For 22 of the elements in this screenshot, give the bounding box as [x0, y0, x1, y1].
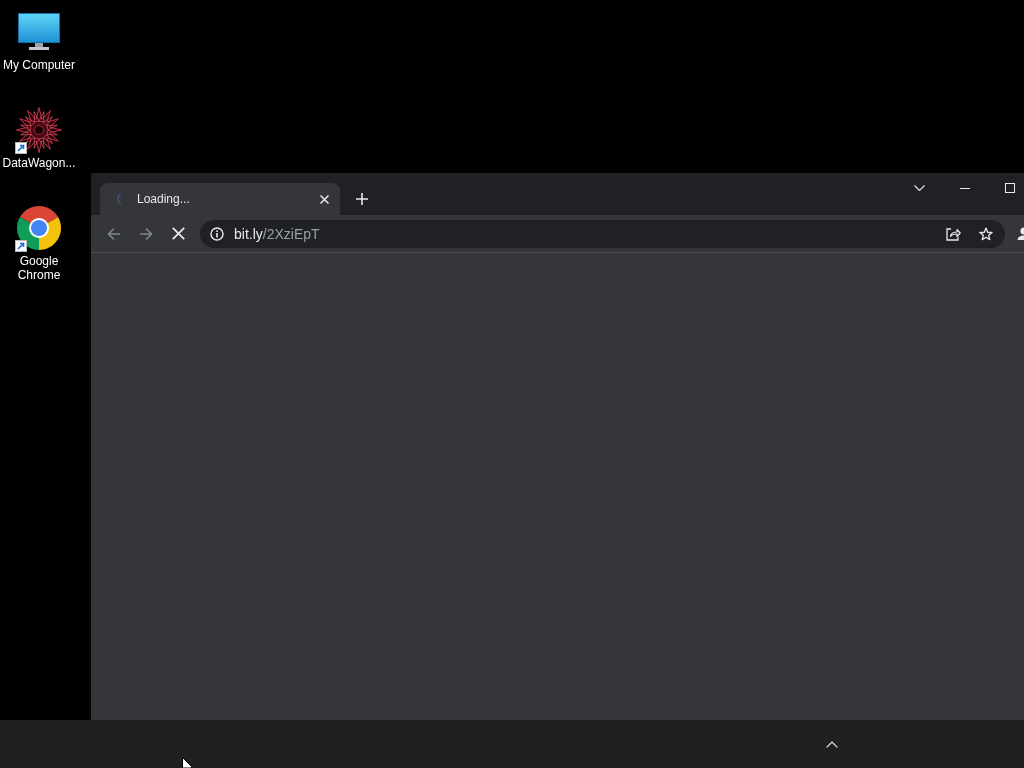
browser-tab[interactable]: Loading... [100, 183, 340, 215]
maximize-icon [1005, 183, 1015, 193]
close-icon [171, 227, 185, 240]
star-icon [979, 226, 993, 241]
minimize-icon [960, 187, 970, 189]
chevron-down-icon [913, 185, 925, 191]
left-arrow-icon [107, 226, 121, 241]
person-icon[interactable] [1016, 225, 1024, 242]
share-icon [945, 226, 961, 241]
monitor-icon[interactable] [18, 13, 60, 51]
right-arrow-icon [139, 226, 153, 241]
info-icon [210, 226, 224, 241]
desktop-icon-label: DataWagon... [2, 156, 76, 170]
mouse-pointer-icon [182, 757, 192, 768]
starburst-icon[interactable] [16, 107, 62, 153]
desktop-icon-label: My Computer [3, 58, 75, 72]
desktop-icon-label: Google Chrome [16, 254, 62, 282]
close-icon [319, 194, 329, 204]
chevron-up-icon [826, 740, 838, 748]
address-field[interactable]: bit.ly/2XziEpT [200, 219, 1005, 248]
round-logo-icon[interactable] [17, 206, 61, 250]
plus-icon [356, 193, 368, 205]
